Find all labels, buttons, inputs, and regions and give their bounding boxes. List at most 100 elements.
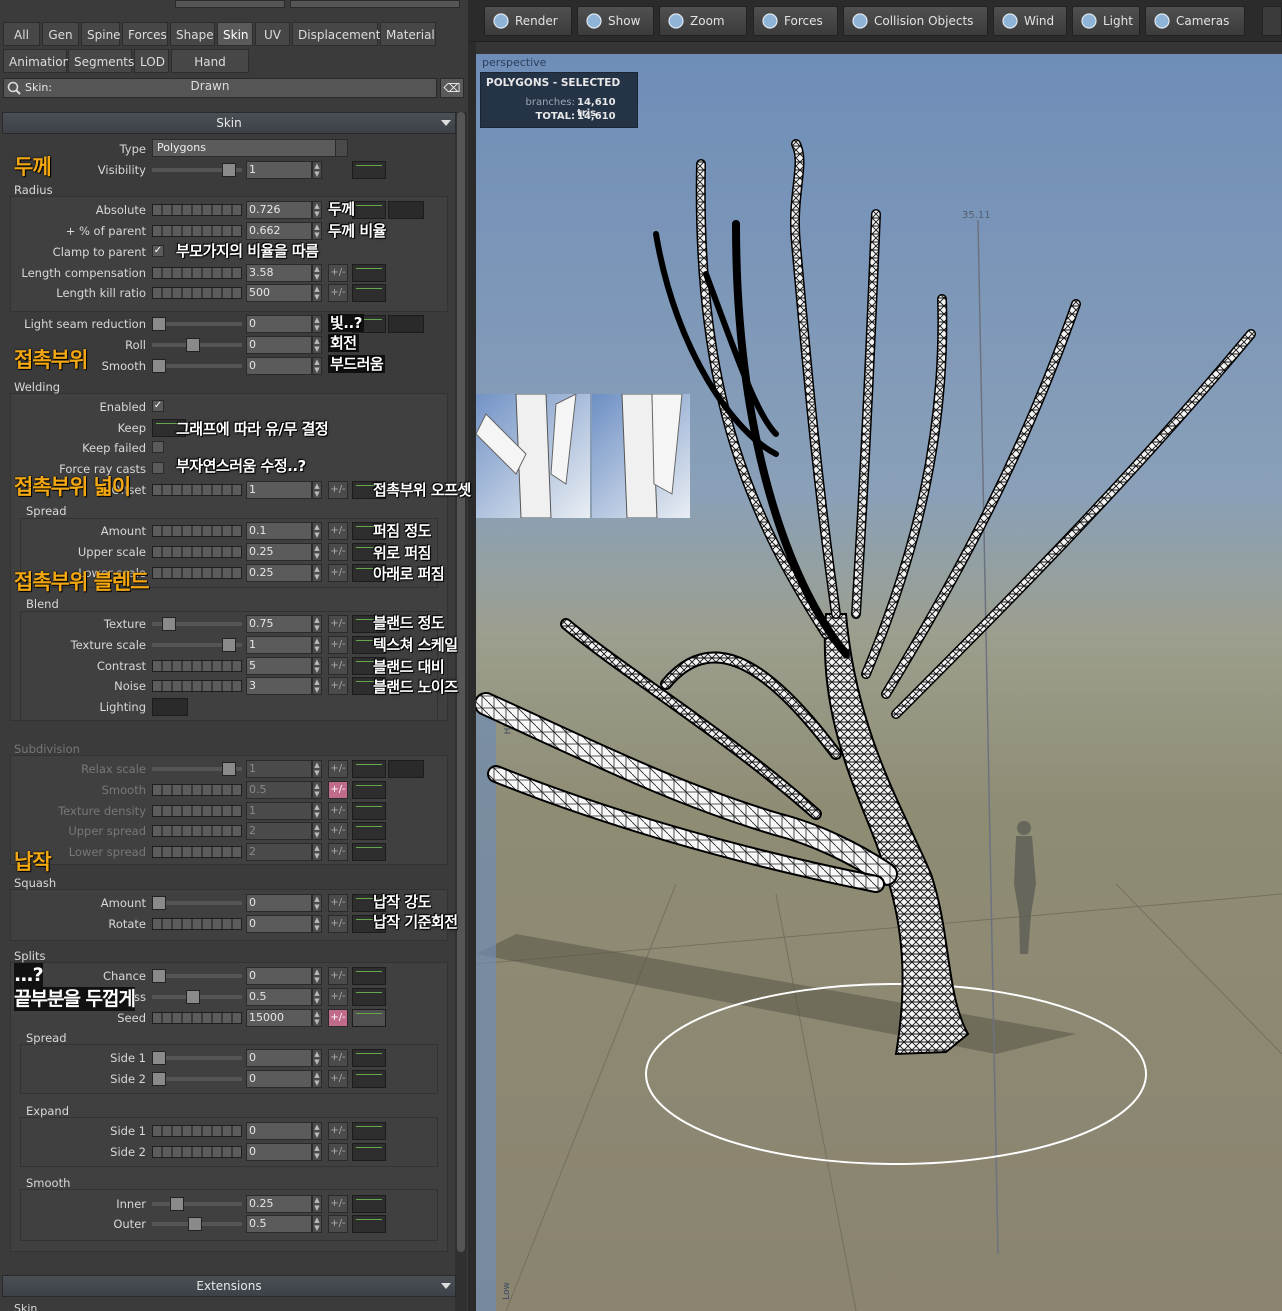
field-blend-3[interactable]: 3	[246, 677, 312, 695]
field-radius-1[interactable]: 0.662	[246, 222, 312, 240]
slider-spread-2[interactable]	[152, 567, 242, 579]
variance-button[interactable]: +/-	[328, 1143, 348, 1161]
spinner-icon[interactable]: ▲ ▼	[312, 988, 322, 1006]
spinner-icon[interactable]: ▲ ▼	[312, 543, 322, 561]
field-subdivision-0[interactable]: 1	[246, 760, 312, 778]
curve-button[interactable]	[352, 843, 386, 861]
slider-expand-1[interactable]	[152, 1146, 242, 1158]
spinner-icon[interactable]: ▲ ▼	[312, 822, 322, 840]
slider-blend-0[interactable]	[152, 617, 242, 631]
spinner-icon[interactable]: ▲ ▼	[312, 915, 322, 933]
spinner-icon[interactable]: ▲ ▼	[312, 615, 322, 633]
spinner-icon[interactable]: ▲ ▼	[312, 802, 322, 820]
slider-radius-1[interactable]	[152, 225, 242, 237]
field-welding-4[interactable]: 1	[246, 481, 312, 499]
slider-knob[interactable]	[186, 338, 200, 352]
field-blend-0[interactable]: 0.75	[246, 615, 312, 633]
slider-subdivision-1[interactable]	[152, 784, 242, 796]
toolbar-forces-button[interactable]: Forces	[753, 6, 838, 36]
curve-button[interactable]	[352, 988, 386, 1006]
variance-button[interactable]: +/-	[328, 481, 348, 499]
variance-button[interactable]: +/-	[328, 264, 348, 282]
tab-gen[interactable]: Gen	[42, 22, 79, 46]
field-radius-3[interactable]: 3.58	[246, 264, 312, 282]
field-visibility[interactable]: 1	[246, 161, 312, 179]
toolbar-render-button[interactable]: Render	[484, 6, 572, 36]
slider-subdivision-3[interactable]	[152, 825, 242, 837]
checkbox-radius-2[interactable]: ✓	[152, 245, 164, 257]
slider-radius-4[interactable]	[152, 287, 242, 299]
curve-button[interactable]	[352, 802, 386, 820]
spinner-icon[interactable]: ▲ ▼	[312, 357, 322, 375]
curve-button[interactable]	[352, 1049, 386, 1067]
slider-welding-4[interactable]	[152, 484, 242, 496]
slider-knob[interactable]	[222, 762, 236, 776]
slider-knob[interactable]	[170, 1197, 184, 1211]
variance-button[interactable]: +/-	[328, 1195, 348, 1213]
spinner-icon[interactable]: ▲ ▼	[312, 843, 322, 861]
field-spread-0[interactable]: 0.1	[246, 522, 312, 540]
slider-knob[interactable]	[152, 969, 166, 983]
spinner-icon[interactable]: ▲ ▼	[312, 481, 322, 499]
spinner-icon[interactable]: ▲ ▼	[312, 284, 322, 302]
variance-button[interactable]: +/-	[328, 1215, 348, 1233]
slider-spread-0[interactable]	[152, 525, 242, 537]
clear-search-button[interactable]: ⌫	[440, 78, 464, 98]
variance-button[interactable]: +/-	[328, 802, 348, 820]
spinner-icon[interactable]: ▲ ▼	[312, 1009, 322, 1027]
slider-smooth-0[interactable]	[152, 1197, 242, 1211]
variance-button[interactable]: +/-	[328, 1009, 348, 1027]
variance-button[interactable]: +/-	[328, 967, 348, 985]
slider-misc-0[interactable]	[152, 317, 242, 331]
field-blend-1[interactable]: 1	[246, 636, 312, 654]
variance-button[interactable]: +/-	[328, 781, 348, 799]
slider-splits-0[interactable]	[152, 969, 242, 983]
toolbar-cameras-button[interactable]: Cameras	[1145, 6, 1245, 36]
slider-knob[interactable]	[222, 638, 236, 652]
tab-displacement[interactable]: Displacement	[292, 22, 381, 46]
field-spread-1[interactable]: 0.25	[246, 543, 312, 561]
field-splits_spread-0[interactable]: 0	[246, 1049, 312, 1067]
field-squash-0[interactable]: 0	[246, 894, 312, 912]
variance-button[interactable]: +/-	[328, 843, 348, 861]
field-misc-2[interactable]: 0	[246, 357, 312, 375]
curve-button[interactable]	[352, 1070, 386, 1088]
slider-knob[interactable]	[152, 1072, 166, 1086]
variance-button[interactable]: +/-	[328, 988, 348, 1006]
dice-icon[interactable]	[352, 1009, 386, 1027]
curve-button[interactable]	[352, 1143, 386, 1161]
extensions-section-header[interactable]: Extensions	[2, 1275, 456, 1297]
slider-knob[interactable]	[152, 359, 166, 373]
spinner-icon[interactable]: ▲ ▼	[312, 636, 322, 654]
curve-button[interactable]	[352, 284, 386, 302]
field-misc-0[interactable]: 0	[246, 315, 312, 333]
checkbox-welding-0[interactable]: ✓	[152, 400, 164, 412]
checkbox-welding-2[interactable]	[152, 441, 164, 453]
spinner-icon[interactable]: ▲ ▼	[312, 264, 322, 282]
toolbar-overflow-button[interactable]	[1262, 6, 1282, 36]
variance-button[interactable]: +/-	[328, 522, 348, 540]
toolbar-show-button[interactable]: Show	[577, 6, 654, 36]
slider-subdivision-0[interactable]	[152, 762, 242, 776]
slider-subdivision-2[interactable]	[152, 805, 242, 817]
field-subdivision-2[interactable]: 1	[246, 802, 312, 820]
top-strip-button-2[interactable]	[290, 0, 460, 8]
slider-splits_spread-1[interactable]	[152, 1072, 242, 1086]
spinner-icon[interactable]: ▲ ▼	[312, 564, 322, 582]
spinner-icon[interactable]: ▲ ▼	[312, 894, 322, 912]
slider-knob[interactable]	[222, 163, 236, 177]
spinner-icon[interactable]: ▲ ▼	[312, 1195, 322, 1213]
curve-button[interactable]	[352, 264, 386, 282]
variance-button[interactable]: +/-	[328, 915, 348, 933]
field-expand-0[interactable]: 0	[246, 1122, 312, 1140]
tab-uv[interactable]: UV	[255, 22, 290, 46]
curve-button[interactable]	[352, 967, 386, 985]
tab-lod[interactable]: LOD	[134, 49, 169, 73]
field-subdivision-4[interactable]: 2	[246, 843, 312, 861]
spinner-icon[interactable]: ▲ ▼	[312, 201, 322, 219]
slider-knob[interactable]	[152, 896, 166, 910]
field-subdivision-1[interactable]: 0.5	[246, 781, 312, 799]
type-dropdown[interactable]: Polygons	[152, 139, 348, 157]
spinner-icon[interactable]: ▲ ▼	[312, 657, 322, 675]
slider-knob[interactable]	[152, 1051, 166, 1065]
